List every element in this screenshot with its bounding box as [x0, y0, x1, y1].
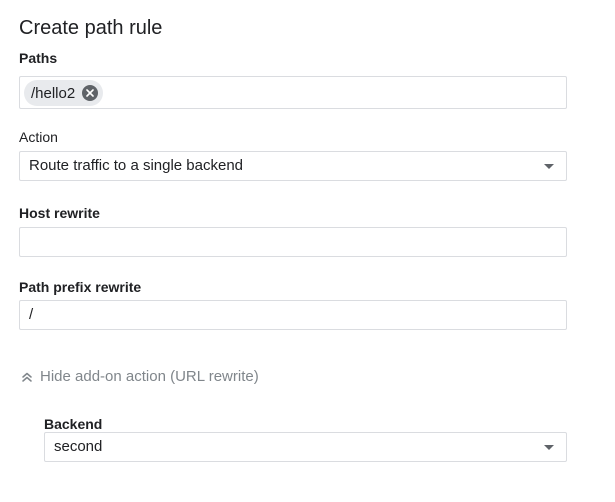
path-prefix-rewrite-value: /	[29, 306, 34, 323]
path-prefix-rewrite-input[interactable]: /	[19, 300, 567, 330]
page-title: Create path rule	[19, 17, 163, 39]
action-selected-value: Route traffic to a single backend	[29, 157, 244, 174]
action-select[interactable]: Route traffic to a single backend	[19, 151, 567, 181]
paths-input[interactable]: /hello2	[19, 76, 567, 109]
path-prefix-rewrite-label: Path prefix rewrite	[19, 279, 142, 295]
dropdown-caret-icon	[544, 445, 554, 450]
paths-label: Paths	[19, 50, 58, 66]
remove-chip-icon[interactable]	[82, 85, 99, 101]
hide-addon-toggle[interactable]: Hide add-on action (URL rewrite)	[20, 368, 259, 385]
dropdown-caret-icon	[544, 164, 554, 169]
action-label: Action	[19, 129, 58, 145]
path-chip: /hello2	[24, 80, 104, 106]
backend-select[interactable]: second	[44, 432, 567, 462]
chevron-up-double-icon	[22, 372, 32, 382]
backend-label: Backend	[44, 416, 103, 432]
host-rewrite-input[interactable]	[19, 227, 567, 257]
host-rewrite-label: Host rewrite	[19, 205, 100, 221]
hide-addon-toggle-label: Hide add-on action (URL rewrite)	[40, 368, 259, 385]
backend-selected-value: second	[54, 438, 103, 455]
path-chip-text: /hello2	[31, 84, 76, 102]
